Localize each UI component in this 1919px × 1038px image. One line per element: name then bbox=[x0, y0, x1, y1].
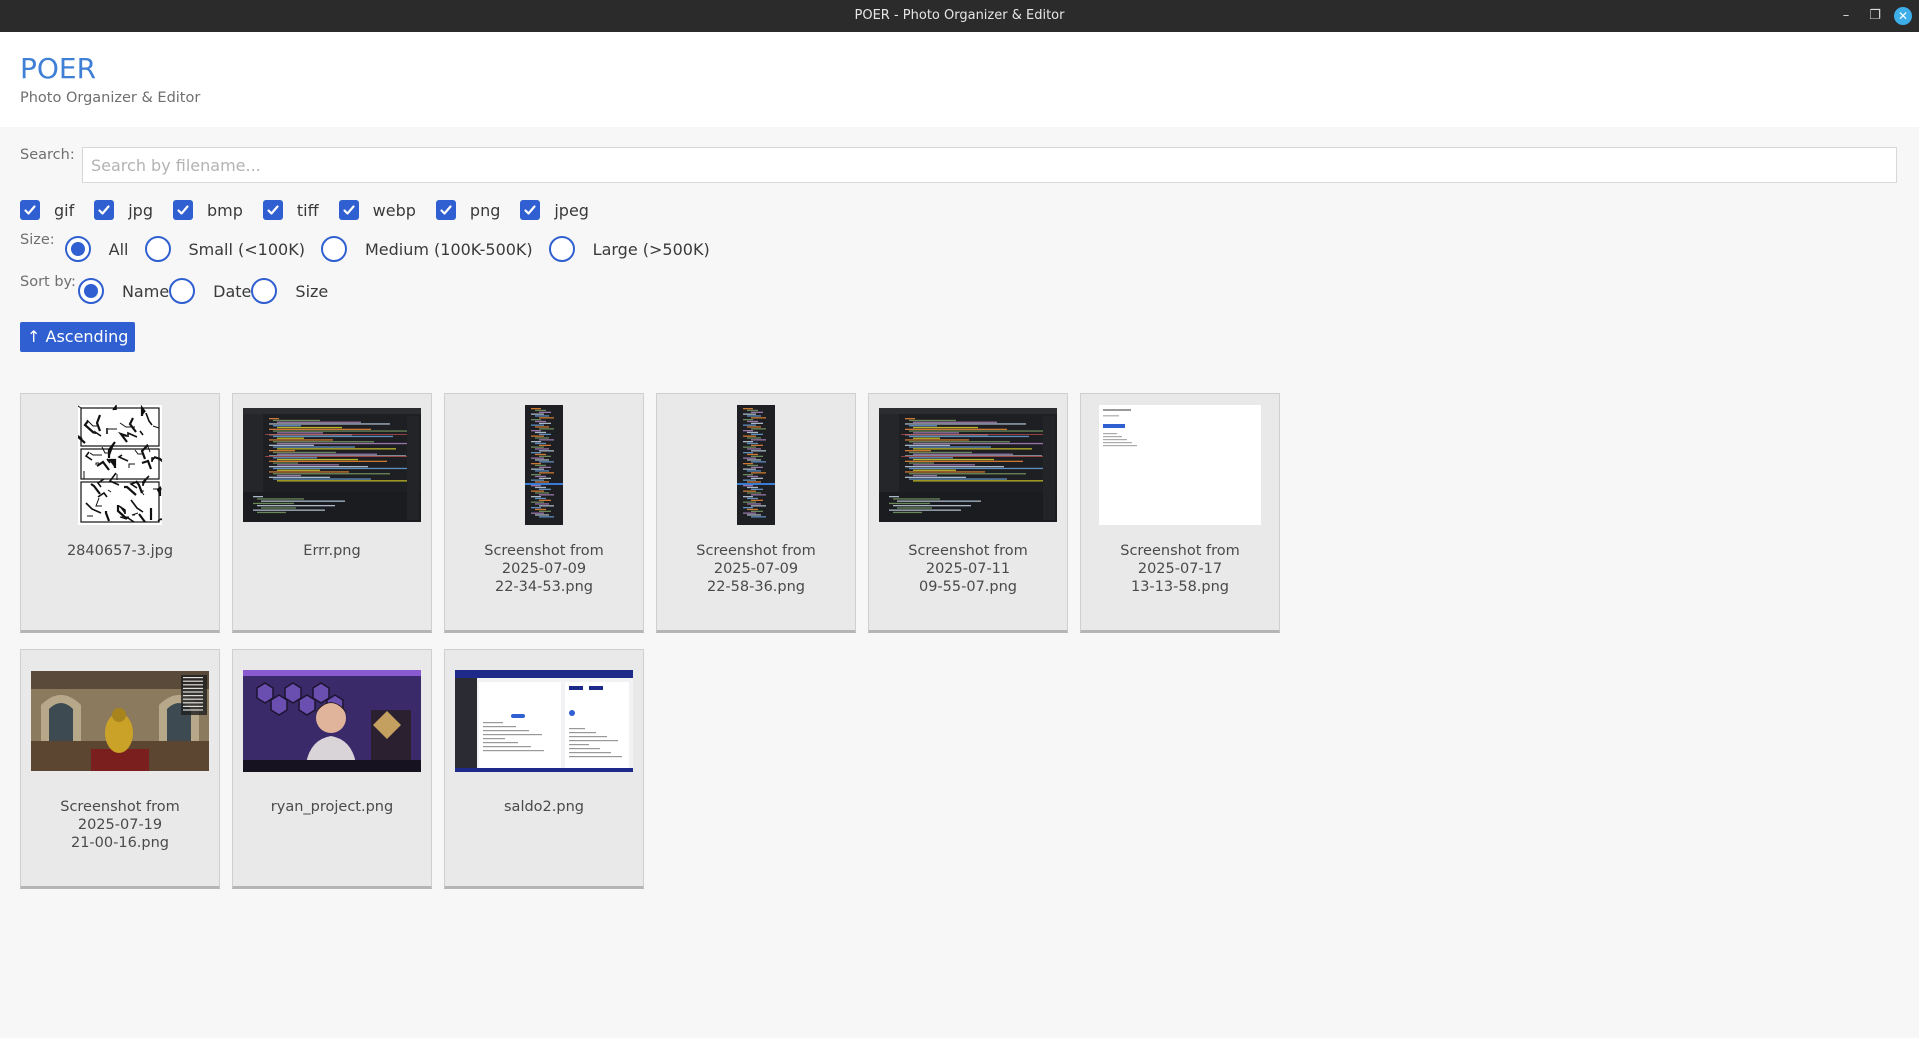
check-icon bbox=[343, 205, 355, 215]
extension-label-jpg: jpg bbox=[128, 200, 153, 220]
window-title: POER - Photo Organizer & Editor bbox=[854, 8, 1065, 23]
radio-size-2[interactable] bbox=[320, 236, 347, 262]
image-thumbnail bbox=[21, 405, 219, 525]
image-tile[interactable]: ryan_project.png bbox=[232, 649, 432, 889]
radio-size-1[interactable] bbox=[144, 236, 171, 262]
image-filename: Screenshot from 2025-07-09 22-34-53.png bbox=[484, 543, 604, 595]
check-icon bbox=[177, 205, 189, 215]
check-icon bbox=[24, 205, 36, 215]
image-thumbnail bbox=[869, 405, 1067, 525]
close-button[interactable]: ✕ bbox=[1890, 0, 1916, 32]
radio-label-size-3: Large (>500K) bbox=[592, 239, 710, 259]
thumbnail-dark-code-tall bbox=[737, 405, 775, 525]
image-thumbnail bbox=[233, 405, 431, 525]
search-input[interactable] bbox=[82, 147, 1897, 183]
minimize-icon[interactable]: – bbox=[1833, 0, 1859, 32]
extension-label-jpeg: jpeg bbox=[554, 200, 589, 220]
radio-label-sort-0: Name bbox=[121, 281, 170, 301]
image-thumbnail bbox=[657, 405, 855, 525]
image-thumbnail bbox=[445, 661, 643, 781]
check-icon bbox=[98, 205, 110, 215]
sort-order-button[interactable]: ↑ Ascending bbox=[20, 322, 136, 352]
image-thumbnail bbox=[233, 661, 431, 781]
image-thumbnail bbox=[1081, 405, 1279, 525]
maximize-icon[interactable]: ❐ bbox=[1862, 0, 1888, 32]
radio-label-sort-2: Size bbox=[295, 281, 329, 301]
image-tile[interactable]: Errr.png bbox=[232, 393, 432, 633]
image-filename: Screenshot from 2025-07-11 09-55-07.png bbox=[908, 543, 1028, 595]
image-filename: Screenshot from 2025-07-09 22-58-36.png bbox=[696, 543, 816, 595]
size-filter: Size: All Small (<100K) Medium (100K-500K)… bbox=[20, 232, 710, 265]
check-icon bbox=[524, 205, 536, 215]
sort-options: Sort by: Name Date Size bbox=[20, 274, 329, 307]
image-thumbnail bbox=[21, 661, 219, 781]
image-filename: Screenshot from 2025-07-19 21-00-16.png bbox=[60, 799, 180, 851]
app-subtitle: Photo Organizer & Editor bbox=[20, 90, 201, 106]
extension-label-webp: webp bbox=[372, 200, 416, 220]
window-titlebar: POER - Photo Organizer & Editor – ❐ ✕ bbox=[0, 0, 1919, 32]
radio-size-3[interactable] bbox=[548, 236, 575, 262]
thumbnail-manga-page bbox=[78, 405, 162, 525]
radio-label-size-2: Medium (100K-500K) bbox=[364, 239, 533, 259]
thumbnail-web-ui bbox=[455, 670, 633, 772]
extension-label-bmp: bmp bbox=[207, 200, 243, 220]
image-filename: ryan_project.png bbox=[270, 799, 394, 815]
checkbox-webp[interactable] bbox=[338, 200, 359, 220]
image-tile[interactable]: Screenshot from 2025-07-19 21-00-16.png bbox=[20, 649, 220, 889]
radio-size-0[interactable] bbox=[64, 236, 91, 262]
thumbnail-person-purple bbox=[243, 670, 421, 772]
image-filename: Screenshot from 2025-07-17 13-13-58.png bbox=[1120, 543, 1240, 595]
thumbnail-dark-code-wide bbox=[879, 408, 1057, 522]
extension-label-tiff: tiff bbox=[296, 200, 319, 220]
image-tile[interactable]: Screenshot from 2025-07-17 13-13-58.png bbox=[1080, 393, 1280, 633]
image-tile[interactable]: Screenshot from 2025-07-09 22-58-36.png bbox=[656, 393, 856, 633]
radio-label-size-0: All bbox=[108, 239, 129, 259]
radio-sort-0[interactable] bbox=[77, 278, 104, 304]
radio-sort-2[interactable] bbox=[251, 278, 278, 304]
thumbnail-dark-code-tall bbox=[525, 405, 563, 525]
size-label: Size: bbox=[20, 232, 55, 248]
image-tile[interactable]: Screenshot from 2025-07-11 09-55-07.png bbox=[868, 393, 1068, 633]
image-filename: saldo2.png bbox=[504, 799, 584, 815]
image-tile[interactable]: saldo2.png bbox=[444, 649, 644, 889]
check-icon bbox=[440, 205, 452, 215]
image-thumbnail bbox=[445, 405, 643, 525]
app-header: POER Photo Organizer & Editor bbox=[0, 32, 1919, 127]
sort-label: Sort by: bbox=[20, 274, 76, 290]
checkbox-jpeg[interactable] bbox=[520, 200, 541, 220]
checkbox-jpg[interactable] bbox=[94, 200, 115, 220]
checkbox-png[interactable] bbox=[435, 200, 456, 220]
image-filename: 2840657-3.jpg bbox=[66, 543, 174, 559]
extension-label-png: png bbox=[469, 200, 501, 220]
image-filename: Errr.png bbox=[303, 543, 361, 559]
checkbox-bmp[interactable] bbox=[173, 200, 193, 220]
extension-label-gif: gif bbox=[54, 200, 75, 220]
check-icon bbox=[267, 205, 279, 215]
image-tile[interactable]: 2840657-3.jpg bbox=[20, 393, 220, 633]
radio-label-size-1: Small (<100K) bbox=[188, 239, 305, 259]
search-label: Search: bbox=[20, 147, 75, 163]
radio-selected-dot bbox=[70, 242, 85, 256]
app-name: POER bbox=[20, 52, 97, 85]
thumbnail-white-page bbox=[1099, 405, 1261, 525]
checkbox-tiff[interactable] bbox=[262, 200, 283, 220]
radio-selected-dot bbox=[83, 284, 98, 298]
close-icon: ✕ bbox=[1894, 6, 1912, 25]
radio-label-sort-1: Date bbox=[213, 281, 252, 301]
thumbnail-dark-code-wide bbox=[243, 408, 421, 522]
image-tile[interactable]: Screenshot from 2025-07-09 22-34-53.png bbox=[444, 393, 644, 633]
extension-filter: gif jpg bmp tiff webp png jpeg bbox=[20, 198, 609, 222]
thumbnail-game-scene bbox=[31, 671, 209, 771]
radio-sort-1[interactable] bbox=[169, 278, 196, 304]
checkbox-gif[interactable] bbox=[20, 200, 40, 220]
